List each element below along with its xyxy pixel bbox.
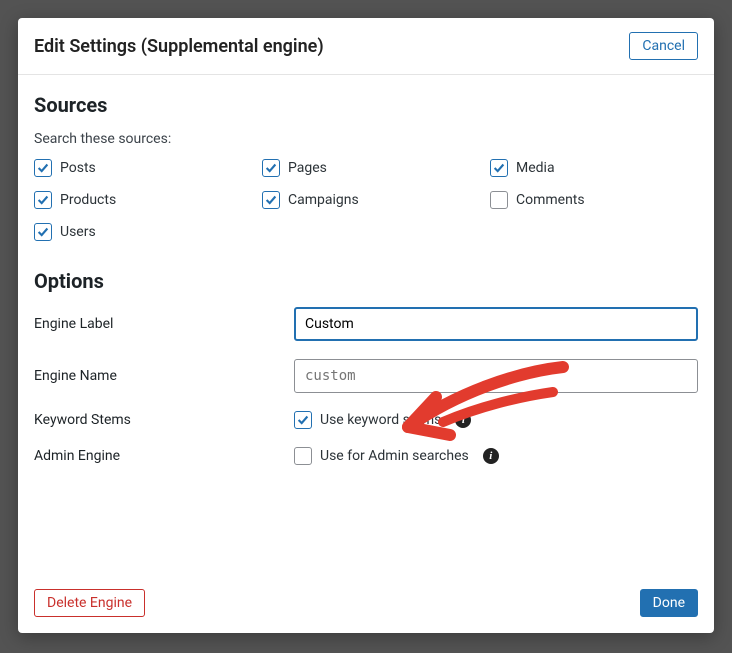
info-icon[interactable]: i	[483, 448, 499, 464]
checkbox-media[interactable]	[490, 159, 508, 177]
source-item-posts: Posts	[34, 159, 242, 177]
engine-label-label: Engine Label	[34, 316, 294, 332]
keyword-stems-label: Keyword Stems	[34, 412, 294, 428]
modal-title: Edit Settings (Supplemental engine)	[34, 36, 324, 57]
engine-name-label: Engine Name	[34, 368, 294, 384]
source-label: Comments	[516, 192, 585, 208]
source-label: Products	[60, 192, 116, 208]
modal-header: Edit Settings (Supplemental engine) Canc…	[18, 18, 714, 75]
admin-engine-control: Use for Admin searches i	[294, 447, 698, 465]
options-heading: Options	[34, 269, 698, 293]
option-row-engine-name: Engine Name	[34, 359, 698, 393]
source-label: Pages	[288, 160, 327, 176]
admin-engine-label: Admin Engine	[34, 448, 294, 464]
options-section: Options Engine Label Engine Name Keyword…	[34, 269, 698, 465]
source-item-comments: Comments	[490, 191, 698, 209]
modal-body: Sources Search these sources: Posts Page…	[18, 75, 714, 577]
keyword-stems-cb-label: Use keyword stems	[320, 412, 441, 428]
engine-name-input[interactable]	[294, 359, 698, 393]
source-label: Posts	[60, 160, 96, 176]
sources-grid: Posts Pages Media Products Campaigns Com…	[34, 159, 698, 241]
source-item-media: Media	[490, 159, 698, 177]
engine-label-input[interactable]	[294, 307, 698, 341]
admin-engine-cb-label: Use for Admin searches	[320, 448, 469, 464]
keyword-stems-control: Use keyword stems i	[294, 411, 698, 429]
done-button[interactable]: Done	[640, 589, 698, 617]
source-label: Users	[60, 224, 96, 240]
cancel-button[interactable]: Cancel	[629, 32, 698, 60]
option-row-keyword-stems: Keyword Stems Use keyword stems i	[34, 411, 698, 429]
checkbox-campaigns[interactable]	[262, 191, 280, 209]
option-row-admin-engine: Admin Engine Use for Admin searches i	[34, 447, 698, 465]
checkbox-products[interactable]	[34, 191, 52, 209]
source-item-products: Products	[34, 191, 242, 209]
sources-subtitle: Search these sources:	[34, 131, 698, 147]
delete-engine-button[interactable]: Delete Engine	[34, 589, 145, 617]
option-row-engine-label: Engine Label	[34, 307, 698, 341]
sources-heading: Sources	[34, 93, 698, 117]
checkbox-keyword-stems[interactable]	[294, 411, 312, 429]
source-label: Media	[516, 160, 555, 176]
edit-settings-modal: Edit Settings (Supplemental engine) Canc…	[18, 18, 714, 633]
source-label: Campaigns	[288, 192, 359, 208]
checkbox-posts[interactable]	[34, 159, 52, 177]
checkbox-admin-engine[interactable]	[294, 447, 312, 465]
source-item-users: Users	[34, 223, 242, 241]
modal-footer: Delete Engine Done	[18, 577, 714, 633]
checkbox-pages[interactable]	[262, 159, 280, 177]
source-item-campaigns: Campaigns	[262, 191, 470, 209]
info-icon[interactable]: i	[455, 412, 471, 428]
checkbox-comments[interactable]	[490, 191, 508, 209]
checkbox-users[interactable]	[34, 223, 52, 241]
source-item-pages: Pages	[262, 159, 470, 177]
